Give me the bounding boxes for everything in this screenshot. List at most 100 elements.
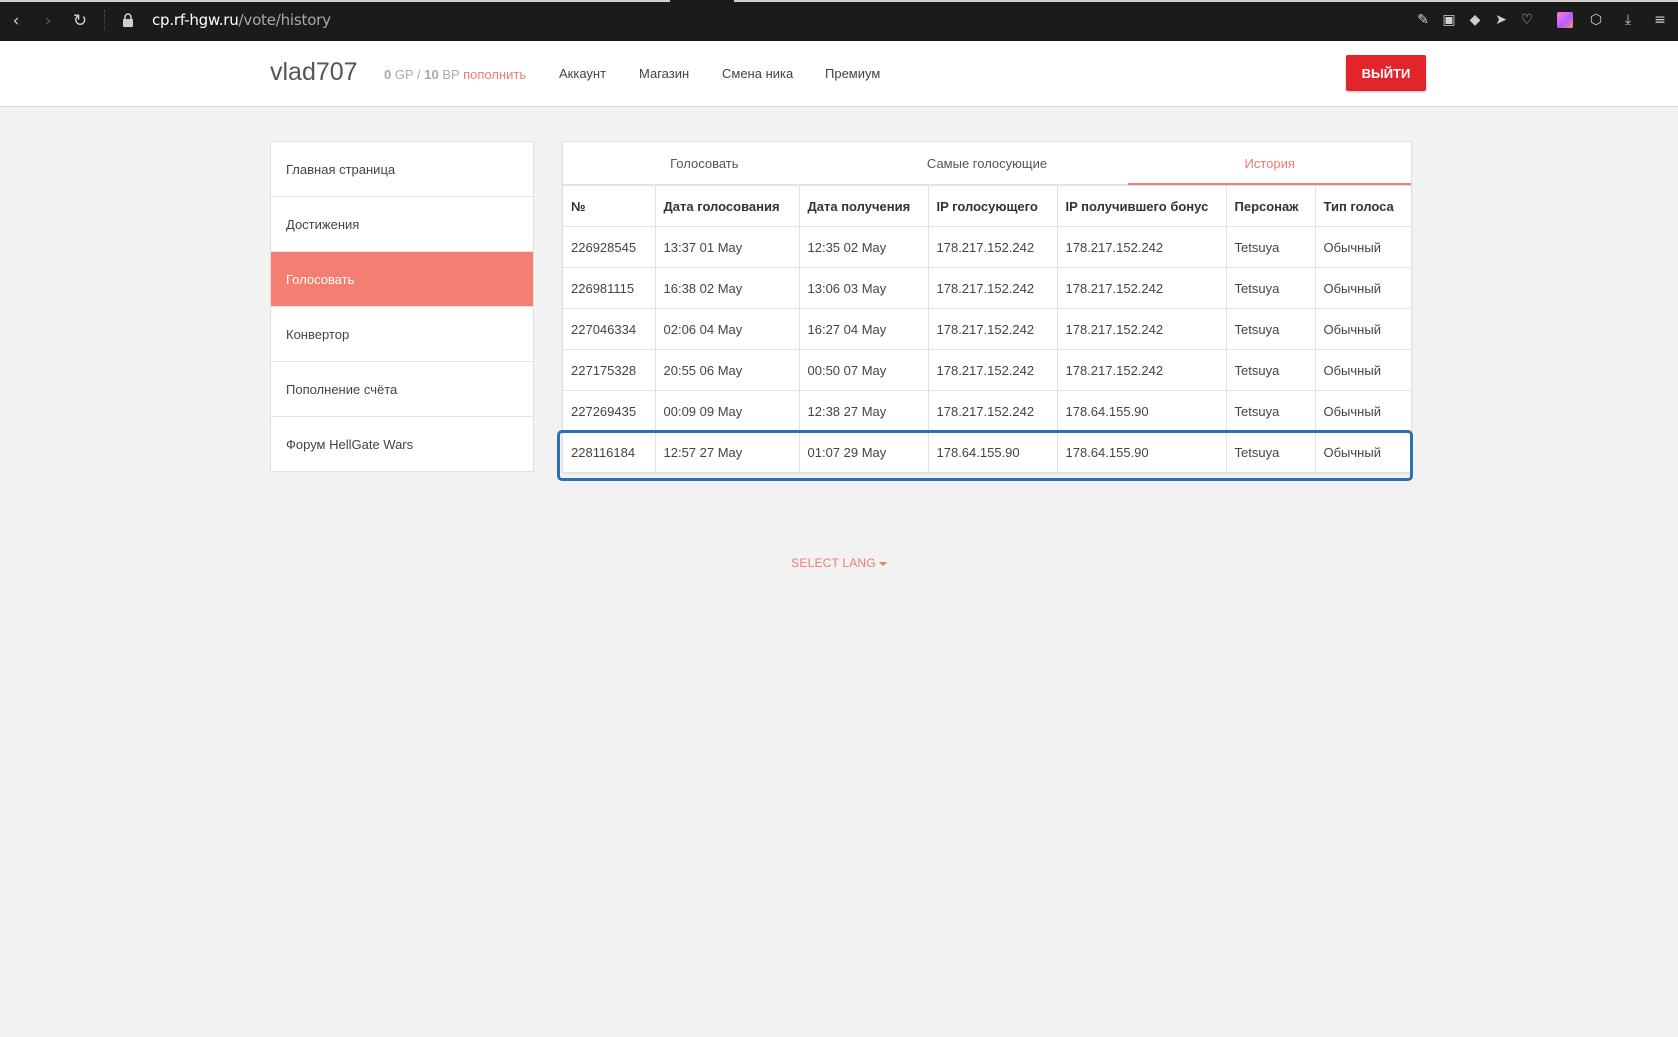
address-bar[interactable]: cp.rf-hgw.ru/vote/history (152, 11, 331, 29)
sidebar-item-vote[interactable]: Голосовать (271, 252, 533, 307)
menu-premium[interactable]: Премиум (825, 66, 880, 81)
sidebar-item-forum[interactable]: Форум HellGate Wars (271, 417, 533, 471)
table-row: 226928545 13:37 01 May 12:35 02 May 178.… (563, 226, 1411, 268)
table-cell: 178.217.152.242 (927, 226, 1058, 268)
topup-link[interactable]: пополнить (463, 67, 526, 82)
tab-bar: Голосовать Самые голосующие История (563, 142, 1411, 185)
tab-indicator (734, 0, 1678, 2)
sidebar-item-achievements[interactable]: Достижения (271, 197, 533, 252)
camera-icon[interactable]: ▣ (1440, 11, 1458, 29)
url-host: cp.rf-hgw.ru (152, 11, 239, 29)
column-header: Дата получения (798, 185, 929, 227)
menu-shop[interactable]: Магазин (639, 66, 689, 81)
reload-icon[interactable]: ↻ (68, 9, 92, 33)
table-cell: 12:57 27 May (654, 431, 800, 472)
table-cell: 227046334 (563, 308, 656, 350)
table-row: 227046334 02:06 04 May 16:27 04 May 178.… (563, 308, 1411, 350)
vote-panel: Голосовать Самые голосующие История № Да… (562, 141, 1412, 473)
back-icon[interactable]: ‹ (4, 9, 28, 33)
table-cell: Tetsuya (1225, 226, 1316, 268)
tab-indicator (0, 0, 670, 2)
bp-unit: BP (442, 67, 460, 82)
table-row: 227175328 20:55 06 May 00:50 07 May 178.… (563, 349, 1411, 391)
table-cell: Обычный (1314, 308, 1411, 350)
sidebar-item-topup[interactable]: Пополнение счёта (271, 362, 533, 417)
box-icon[interactable]: ⬡ (1587, 11, 1605, 29)
table-cell: 228116184 (563, 431, 656, 472)
table-cell: 226981115 (563, 267, 656, 309)
table-cell: 227269435 (563, 390, 656, 432)
bp-value: 10 (424, 67, 439, 82)
table-cell: 178.64.155.90 (1056, 431, 1227, 472)
table-cell: 178.217.152.242 (927, 390, 1058, 432)
table-cell: Обычный (1314, 226, 1411, 268)
table-row-highlighted: 228116184 12:57 27 May 01:07 29 May 178.… (563, 431, 1411, 472)
table-cell: 16:27 04 May (798, 308, 929, 350)
table-cell: 00:09 09 May (654, 390, 800, 432)
table-cell: 178.217.152.242 (1056, 308, 1227, 350)
select-lang-label: SELECT LANG (791, 556, 876, 570)
menu-account[interactable]: Аккаунт (559, 66, 606, 81)
menu-icon[interactable]: ≡ (1651, 11, 1669, 29)
table-cell: Tetsuya (1225, 267, 1316, 309)
tab-top-voters[interactable]: Самые голосующие (846, 142, 1129, 184)
table-row: 226981115 16:38 02 May 13:06 03 May 178.… (563, 267, 1411, 309)
menu-change-nick[interactable]: Смена ника (722, 66, 793, 81)
url-path: /vote/history (238, 11, 331, 29)
column-header: IP голосующего (927, 185, 1058, 227)
table-cell: 12:35 02 May (798, 226, 929, 268)
forward-icon[interactable]: › (36, 9, 60, 33)
username: vlad707 (270, 58, 358, 86)
gp-value: 0 (384, 67, 392, 82)
table-cell: Tetsuya (1225, 431, 1316, 472)
table-cell: 178.217.152.242 (1056, 226, 1227, 268)
download-icon[interactable]: ⤓ (1619, 11, 1637, 29)
sidebar-item-converter[interactable]: Конвертор (271, 307, 533, 362)
sidebar: Главная страница Достижения Голосовать К… (270, 141, 534, 472)
tab-history[interactable]: История (1128, 142, 1411, 185)
table-cell: 178.217.152.242 (927, 267, 1058, 309)
edit-icon[interactable]: ✎ (1414, 11, 1432, 29)
table-cell: 227175328 (563, 349, 656, 391)
table-cell: Tetsuya (1225, 349, 1316, 391)
table-cell: 178.217.152.242 (1056, 349, 1227, 391)
sidebar-item-home[interactable]: Главная страница (271, 142, 533, 197)
table-cell: 00:50 07 May (798, 349, 929, 391)
table-cell: 178.217.152.242 (927, 349, 1058, 391)
table-cell: Tetsuya (1225, 308, 1316, 350)
balance-separator: / (417, 67, 421, 82)
caret-down-icon (878, 561, 887, 566)
shield-icon[interactable]: ◆ (1466, 11, 1484, 29)
table-cell: 13:37 01 May (654, 226, 800, 268)
table-cell: 178.64.155.90 (927, 431, 1058, 472)
logout-button[interactable]: ВЫЙТИ (1346, 55, 1426, 91)
browser-toolbar: ‹ › ↻ cp.rf-hgw.ru/vote/history ✎ ▣ ◆ ➤ … (0, 0, 1678, 41)
table-cell: Tetsuya (1225, 390, 1316, 432)
table-cell: 178.217.152.242 (927, 308, 1058, 350)
extension-icon[interactable] (1557, 12, 1573, 28)
table-cell: 13:06 03 May (798, 267, 929, 309)
table-row: 227269435 00:09 09 May 12:38 27 May 178.… (563, 390, 1411, 432)
table-cell: 01:07 29 May (798, 431, 929, 472)
table-cell: 12:38 27 May (798, 390, 929, 432)
table-cell: 178.217.152.242 (1056, 267, 1227, 309)
column-header: Персонаж (1225, 185, 1316, 227)
column-header: Дата голосования (654, 185, 800, 227)
tab-vote[interactable]: Голосовать (563, 142, 846, 184)
send-icon[interactable]: ➤ (1492, 11, 1510, 29)
site-header: vlad707 0 GP / 10 BP пополнить Аккаунт М… (0, 41, 1678, 107)
table-cell: 226928545 (563, 226, 656, 268)
table-cell: Обычный (1314, 349, 1411, 391)
heart-icon[interactable]: ♡ (1518, 11, 1536, 29)
select-lang-dropdown[interactable]: SELECT LANG (0, 556, 1678, 570)
column-header: IP получившего бонус (1056, 185, 1227, 227)
column-header: Тип голоса (1314, 185, 1411, 227)
balance: 0 GP / 10 BP пополнить (384, 67, 526, 82)
table-cell: 02:06 04 May (654, 308, 800, 350)
column-header: № (563, 185, 656, 227)
lock-icon[interactable] (122, 13, 134, 27)
table-cell: 178.64.155.90 (1056, 390, 1227, 432)
table-cell: Обычный (1314, 390, 1411, 432)
table-cell: 16:38 02 May (654, 267, 800, 309)
table-cell: Обычный (1314, 267, 1411, 309)
